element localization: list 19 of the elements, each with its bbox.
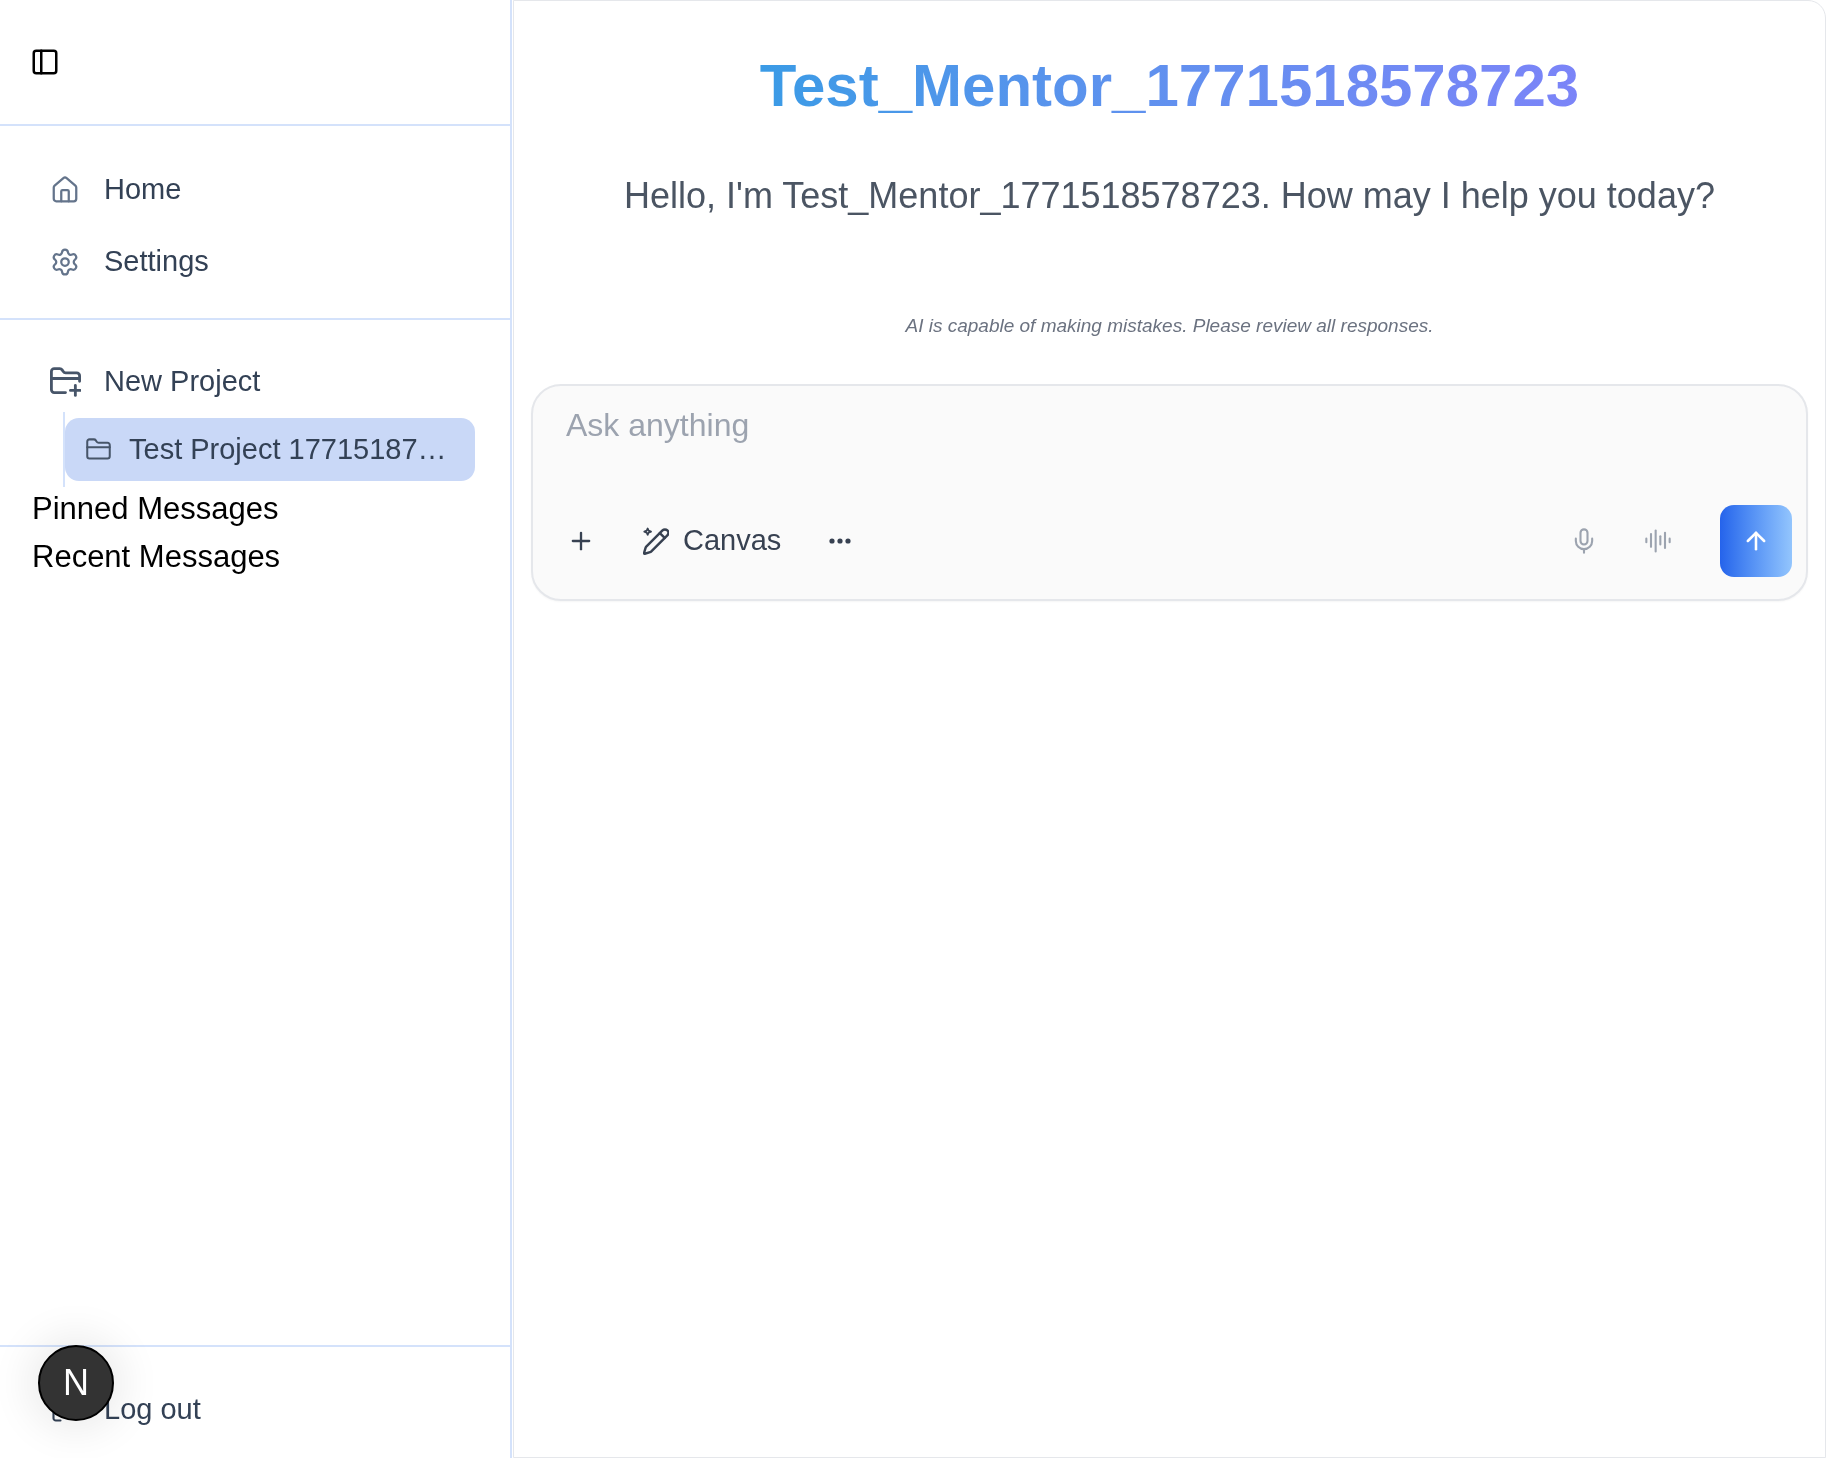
send-button[interactable] [1720, 505, 1792, 577]
nav-item[interactable]: Home [32, 160, 478, 220]
sidebar-toggle-icon [30, 47, 60, 77]
message-input[interactable]: Ask anything [566, 404, 1773, 446]
audio-lines-icon [1644, 527, 1672, 555]
settings-icon [50, 247, 80, 277]
home-icon [50, 175, 80, 205]
folder-plus-icon [50, 367, 81, 397]
nav-item[interactable]: Settings [32, 232, 478, 292]
pencil-sparkle-icon [643, 527, 669, 555]
more-icon [829, 538, 852, 544]
disclaimer-text: AI is capable of making mistakes. Please review all responses. [905, 314, 1434, 338]
new-project-button[interactable]: New Project [32, 352, 478, 412]
folder-icon [85, 436, 112, 463]
section-heading: Recent Messages [32, 538, 281, 576]
project-item[interactable]: Test Project 17715187… [65, 418, 475, 481]
greeting-text: Hello, I'm Test_Mentor_1771518578723. How may I help you today? [624, 174, 1715, 218]
section-heading: Pinned Messages [32, 490, 279, 528]
canvas-button[interactable]: Canvas [633, 509, 792, 573]
